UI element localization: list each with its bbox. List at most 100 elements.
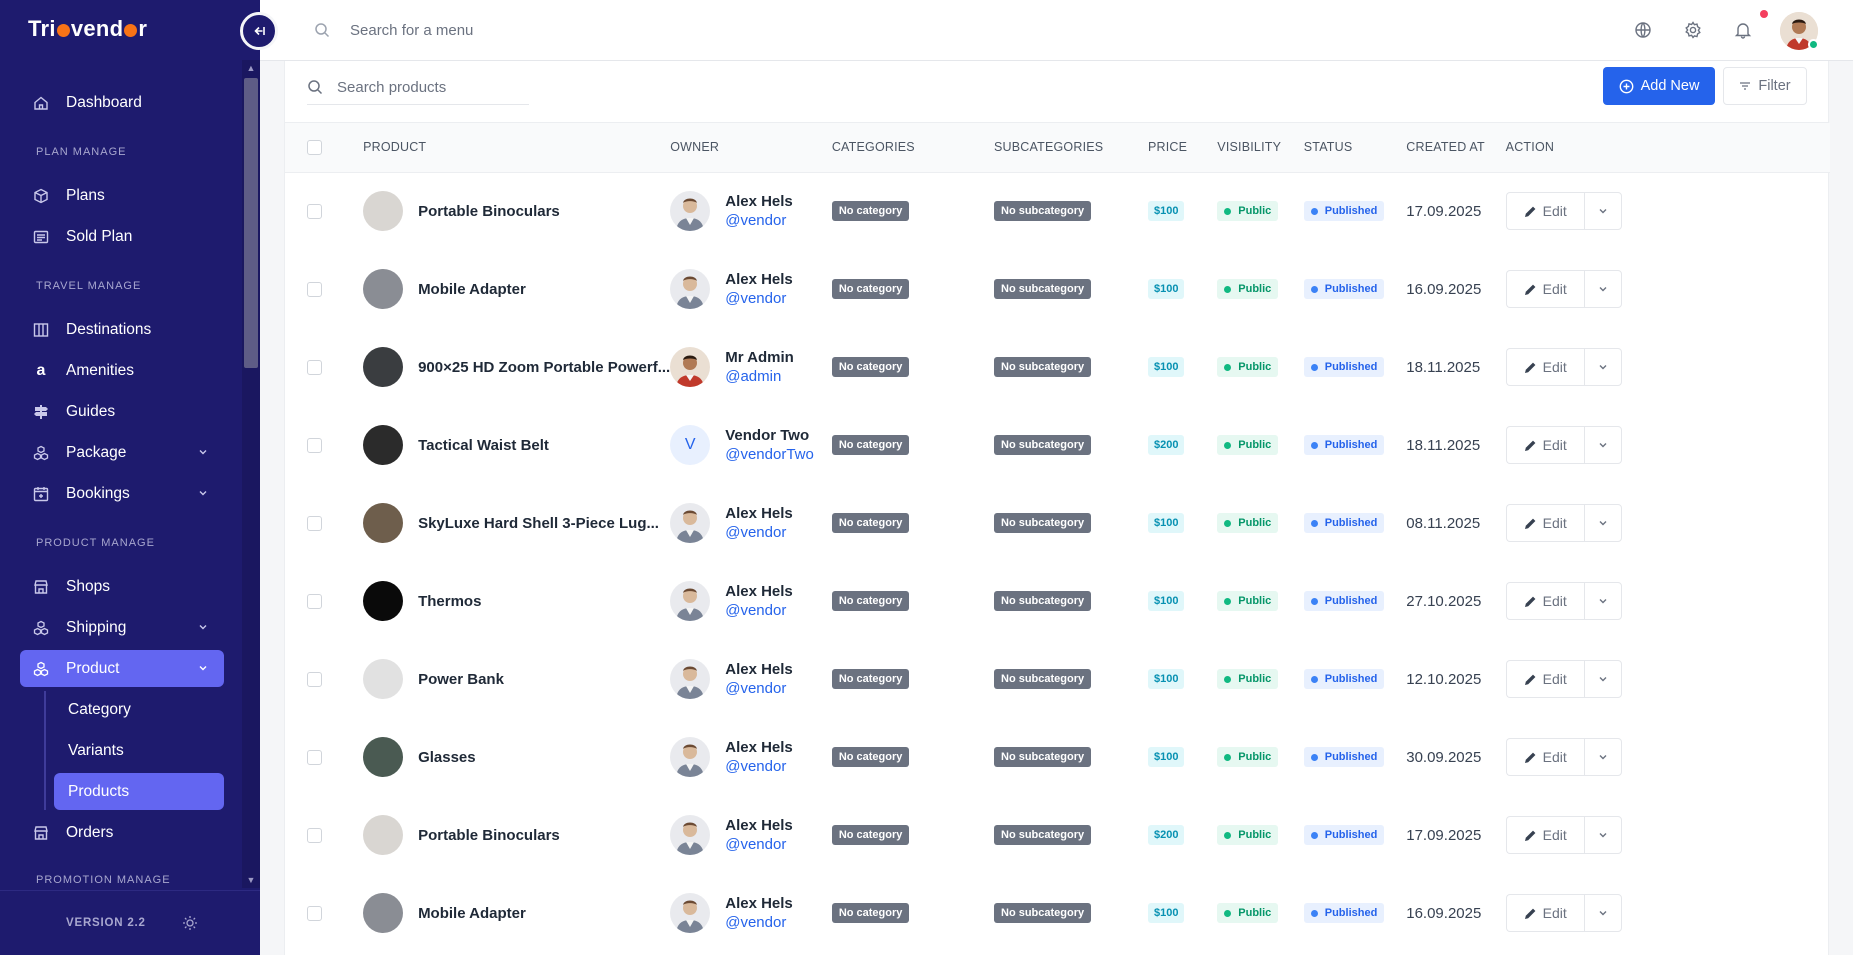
owner-handle[interactable]: @admin — [725, 367, 794, 386]
owner-handle[interactable]: @vendor — [725, 835, 793, 854]
row-checkbox[interactable] — [307, 281, 322, 297]
sidebar-item-amenities[interactable]: a Amenities — [20, 352, 224, 389]
sidebar-item-dashboard[interactable]: Dashboard — [20, 84, 224, 121]
scrollbar-thumb[interactable] — [244, 78, 258, 368]
row-checkbox[interactable] — [307, 671, 322, 687]
subcategory-badge: No subcategory — [994, 201, 1092, 222]
sidebar-subitem-products[interactable]: Products — [54, 773, 224, 810]
menu-search-input[interactable] — [350, 18, 650, 42]
edit-button[interactable]: Edit — [1505, 816, 1584, 854]
sidebar-item-destinations[interactable]: Destinations — [20, 311, 224, 348]
row-checkbox[interactable] — [307, 515, 322, 531]
sidebar-item-package[interactable]: Package — [20, 434, 224, 471]
created-date: 30.09.2025 — [1406, 748, 1482, 766]
row-actions-dropdown[interactable] — [1583, 192, 1622, 231]
brand-logo[interactable]: Tri vend r — [28, 16, 147, 42]
table-header-row: PRODUCT OWNER CATEGORIES SUBCATEGORIES P… — [285, 123, 1830, 173]
column-header-subcategories[interactable]: SUBCATEGORIES — [994, 123, 1148, 173]
product-name[interactable]: Glasses — [418, 749, 476, 766]
edit-button[interactable]: Edit — [1505, 582, 1584, 620]
row-checkbox[interactable] — [307, 437, 322, 453]
sidebar-item-plans[interactable]: Plans — [20, 177, 224, 214]
product-name[interactable]: Portable Binoculars — [418, 203, 560, 220]
row-actions-dropdown[interactable] — [1583, 738, 1622, 776]
globe-icon[interactable] — [1634, 21, 1652, 39]
owner-handle[interactable]: @vendorTwo — [725, 445, 814, 464]
sidebar-item-orders[interactable]: Orders — [20, 814, 224, 851]
owner-handle[interactable]: @vendor — [725, 601, 793, 620]
sidebar-item-bookings[interactable]: Bookings — [20, 475, 224, 512]
collapse-sidebar-button[interactable] — [240, 12, 278, 50]
column-header-created-at[interactable]: CREATED AT — [1406, 123, 1506, 173]
row-checkbox[interactable] — [307, 593, 322, 609]
row-checkbox[interactable] — [307, 749, 322, 765]
row-checkbox[interactable] — [307, 203, 322, 219]
sun-icon[interactable] — [182, 915, 198, 931]
edit-button[interactable]: Edit — [1505, 738, 1584, 776]
status-badge: Published — [1303, 513, 1385, 533]
gear-icon[interactable] — [1684, 21, 1702, 39]
product-name[interactable]: Tactical Waist Belt — [418, 437, 549, 454]
row-checkbox[interactable] — [307, 827, 322, 843]
select-all-checkbox[interactable] — [307, 139, 322, 155]
column-header-visibility[interactable]: VISIBILITY — [1217, 123, 1304, 173]
row-actions-dropdown[interactable] — [1583, 582, 1622, 620]
row-checkbox[interactable] — [307, 905, 322, 921]
column-header-owner[interactable]: OWNER — [670, 123, 832, 173]
scroll-up-icon[interactable]: ▲ — [245, 62, 257, 74]
product-name[interactable]: Thermos — [418, 593, 481, 610]
product-name[interactable]: Mobile Adapter — [418, 905, 526, 922]
bell-icon[interactable] — [1734, 21, 1752, 39]
edit-button[interactable]: Edit — [1505, 348, 1584, 386]
row-actions-dropdown[interactable] — [1583, 660, 1622, 698]
owner-handle[interactable]: @vendor — [725, 523, 793, 542]
edit-button[interactable]: Edit — [1505, 426, 1584, 464]
sidebar-item-sold-plan[interactable]: Sold Plan — [20, 218, 224, 255]
scroll-down-icon[interactable]: ▼ — [245, 874, 257, 886]
owner-handle[interactable]: @vendor — [725, 289, 793, 308]
owner-handle[interactable]: @vendor — [725, 211, 793, 230]
owner-avatar — [670, 737, 711, 777]
row-actions-dropdown[interactable] — [1583, 348, 1622, 386]
product-name[interactable]: Mobile Adapter — [418, 281, 526, 298]
product-search-input[interactable] — [337, 75, 527, 99]
edit-button[interactable]: Edit — [1505, 270, 1584, 308]
filter-button[interactable]: Filter — [1723, 67, 1807, 105]
owner-handle[interactable]: @vendor — [725, 679, 793, 698]
edit-button[interactable]: Edit — [1505, 504, 1584, 542]
edit-button[interactable]: Edit — [1505, 894, 1584, 932]
product-name[interactable]: SkyLuxe Hard Shell 3-Piece Lug... — [418, 515, 659, 532]
subcategory-badge: No subcategory — [994, 513, 1092, 533]
owner-handle[interactable]: @vendor — [725, 757, 793, 776]
sidebar-item-shops[interactable]: Shops — [20, 568, 224, 605]
edit-button[interactable]: Edit — [1505, 660, 1584, 698]
owner-avatar — [670, 815, 711, 855]
owner-name: Alex Hels — [725, 505, 793, 522]
row-actions-dropdown[interactable] — [1583, 816, 1622, 854]
row-checkbox[interactable] — [307, 359, 322, 375]
sidebar-item-product[interactable]: Product — [20, 650, 224, 687]
row-actions-dropdown[interactable] — [1583, 504, 1622, 542]
column-header-status[interactable]: STATUS — [1303, 123, 1407, 173]
sidebar-subitem-category[interactable]: Category — [54, 691, 224, 728]
product-name[interactable]: Power Bank — [418, 671, 504, 688]
column-header-categories[interactable]: CATEGORIES — [831, 123, 994, 173]
row-actions-dropdown[interactable] — [1583, 894, 1622, 932]
column-header-product[interactable]: PRODUCT — [363, 123, 671, 173]
row-actions-dropdown[interactable] — [1583, 270, 1622, 308]
sidebar-scrollbar[interactable]: ▲ ▼ — [242, 60, 260, 888]
sidebar-item-label: Package — [66, 443, 127, 461]
column-header-price[interactable]: PRICE — [1147, 123, 1218, 173]
sidebar-subitem-variants[interactable]: Variants — [54, 732, 224, 769]
status-dot — [1224, 597, 1232, 605]
edit-button[interactable]: Edit — [1505, 192, 1584, 231]
product-name[interactable]: 900×25 HD Zoom Portable Powerf... — [418, 359, 670, 376]
boxes-icon — [33, 661, 49, 677]
product-name[interactable]: Portable Binoculars — [418, 827, 560, 844]
sidebar-item-guides[interactable]: Guides — [20, 393, 224, 430]
add-new-button[interactable]: Add New — [1603, 67, 1715, 105]
chevron-down-icon — [1599, 287, 1607, 292]
owner-handle[interactable]: @vendor — [725, 913, 793, 932]
row-actions-dropdown[interactable] — [1583, 426, 1622, 464]
sidebar-item-shipping[interactable]: Shipping — [20, 609, 224, 646]
